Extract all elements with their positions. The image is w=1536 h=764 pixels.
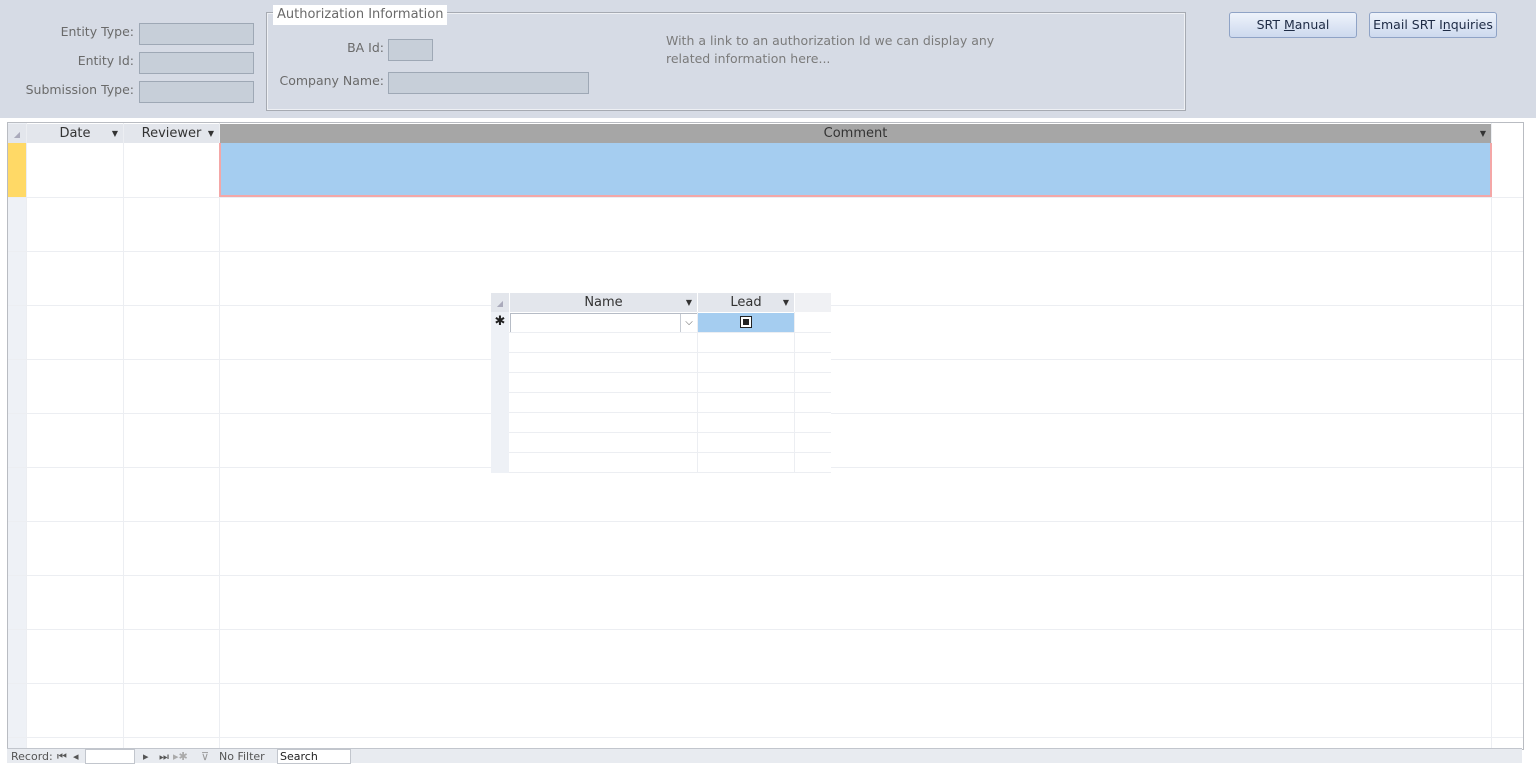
- row-divider: [8, 521, 1523, 522]
- subform-row-divider: [509, 452, 831, 453]
- dropdown-arrow-icon[interactable]: ▼: [783, 293, 789, 312]
- checkbox-indeterminate-icon: [743, 319, 749, 325]
- subform-row-divider: [509, 412, 831, 413]
- subform-row-divider: [509, 432, 831, 433]
- dropdown-arrow-icon[interactable]: ▼: [1480, 124, 1486, 143]
- column-header-comment-label: Comment: [823, 126, 888, 141]
- record-selector-column: [8, 123, 26, 749]
- chevron-down-icon[interactable]: ⌵: [680, 314, 697, 332]
- email-hotkey: n: [1442, 17, 1451, 32]
- email-prefix: Email SRT I: [1373, 17, 1443, 32]
- select-all-corner[interactable]: ◢: [8, 124, 26, 143]
- row-divider: [8, 251, 1523, 252]
- comment-cell[interactable]: [219, 143, 1492, 197]
- submission-type-label: Submission Type:: [25, 82, 134, 97]
- previous-record-icon[interactable]: ◂: [73, 750, 79, 763]
- subform-row-divider: [509, 472, 831, 473]
- row-divider: [8, 575, 1523, 576]
- subform-row-divider: [509, 372, 831, 373]
- column-header-date[interactable]: Date ▼: [27, 124, 123, 143]
- email-suffix: quiries: [1450, 17, 1493, 32]
- reviewers-subform: ◢ Name ▼ Lead ▼ ✱ ⌵: [491, 293, 831, 475]
- column-header-reviewer[interactable]: Reviewer ▼: [124, 124, 219, 143]
- email-srt-inquiries-button[interactable]: Email SRT Inquiries: [1369, 12, 1497, 38]
- dropdown-arrow-icon[interactable]: ▼: [686, 293, 692, 312]
- entity-id-label: Entity Id:: [77, 53, 134, 68]
- srt-manual-hotkey: M: [1283, 17, 1295, 32]
- ba-id-label: BA Id:: [347, 40, 384, 55]
- ba-id-field[interactable]: [388, 39, 433, 61]
- subform-record-selectors: [491, 312, 509, 473]
- subform-row-divider: [509, 332, 831, 333]
- col-divider: [123, 123, 124, 749]
- subform-header-filler: [795, 293, 831, 312]
- date-cell[interactable]: [27, 143, 123, 197]
- srt-manual-suffix: anual: [1294, 17, 1330, 32]
- entity-type-label: Entity Type:: [60, 24, 134, 39]
- row-divider: [8, 683, 1523, 684]
- lead-checkbox[interactable]: [740, 316, 752, 328]
- next-record-icon[interactable]: ▸: [143, 750, 149, 763]
- dropdown-arrow-icon[interactable]: ▼: [112, 124, 118, 143]
- subform-select-all[interactable]: ◢: [491, 293, 509, 312]
- col-divider: [219, 123, 220, 749]
- column-header-date-label: Date: [59, 126, 91, 141]
- subform-row-divider: [509, 352, 831, 353]
- filter-status[interactable]: No Filter: [219, 750, 265, 763]
- subform-lead-cell[interactable]: [698, 313, 794, 332]
- record-label: Record:: [11, 750, 53, 763]
- column-header-comment[interactable]: Comment ▼: [220, 124, 1491, 143]
- col-divider: [1491, 123, 1492, 749]
- row-divider: [8, 629, 1523, 630]
- subform-header-lead-label: Lead: [730, 295, 762, 310]
- row-divider: [8, 737, 1523, 738]
- record-navigation-bar: Record: ⏮ ◂ ▸ ⏭ ▸✱ ⊽ No Filter Search: [7, 748, 1522, 764]
- row-divider: [8, 197, 1523, 198]
- srt-manual-button[interactable]: SRT Manual: [1229, 12, 1357, 38]
- entity-type-field[interactable]: [139, 23, 254, 45]
- col-divider: [26, 123, 27, 749]
- filter-icon[interactable]: ⊽: [201, 750, 209, 763]
- new-record-nav-icon[interactable]: ▸✱: [173, 750, 188, 763]
- column-header-reviewer-label: Reviewer: [141, 126, 202, 141]
- new-record-icon: ✱: [494, 314, 506, 329]
- entity-id-field[interactable]: [139, 52, 254, 74]
- reviewer-cell[interactable]: [124, 143, 219, 197]
- authorization-info-text: With a link to an authorization Id we ca…: [666, 32, 1046, 68]
- subform-header-name-label: Name: [584, 295, 623, 310]
- dropdown-arrow-icon[interactable]: ▼: [208, 124, 214, 143]
- subform-row-divider: [509, 392, 831, 393]
- current-record-indicator[interactable]: [8, 143, 26, 197]
- info-line-2: related information here...: [666, 51, 831, 66]
- subform-header-name[interactable]: Name ▼: [510, 293, 697, 312]
- srt-manual-prefix: SRT: [1256, 17, 1284, 32]
- info-line-1: With a link to an authorization Id we ca…: [666, 33, 995, 48]
- subform-name-combo[interactable]: ⌵: [510, 313, 698, 333]
- company-name-label: Company Name:: [279, 73, 384, 88]
- authorization-legend: Authorization Information: [273, 5, 448, 25]
- company-name-field[interactable]: [388, 72, 589, 94]
- submission-type-field[interactable]: [139, 81, 254, 103]
- subform-header-lead[interactable]: Lead ▼: [698, 293, 794, 312]
